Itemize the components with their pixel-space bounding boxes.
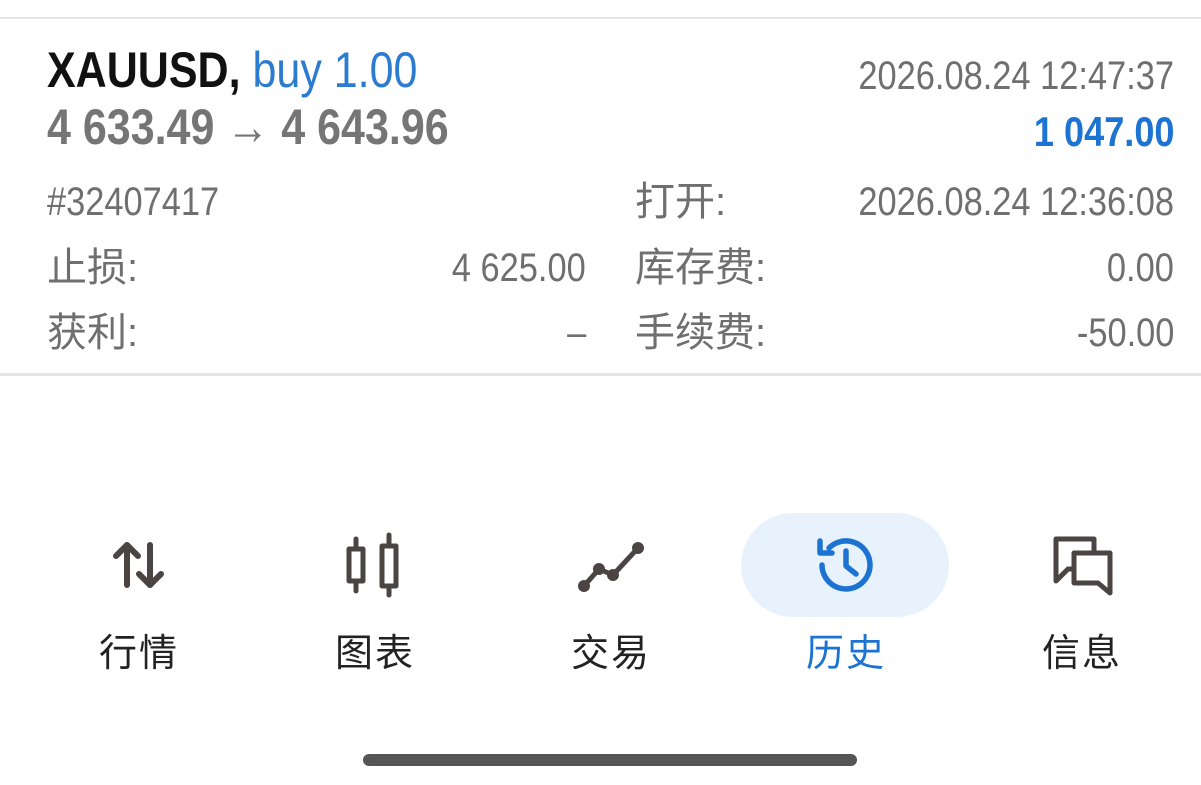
swap-value: 0.00 [1107,246,1174,290]
deal-close-time: 2026.08.24 12:47:37 [858,54,1174,98]
swap-label: 库存费: [635,246,767,290]
open-time-label: 打开: [635,180,727,224]
home-indicator[interactable] [363,754,857,766]
deal-type-volume: buy 1.00 [252,42,418,98]
deal-title: XAUUSD, buy 1.00 [47,41,417,99]
tab-messages[interactable]: 信息 [977,505,1187,695]
stoploss-value: 4 625.00 [452,246,586,290]
deal-ticket: #32407417 [47,180,220,224]
tab-history-label: 历史 [805,633,886,675]
commission-value: -50.00 [1076,311,1174,355]
messages-icon [1046,529,1118,601]
deal-symbol: XAUUSD, [47,42,241,98]
deal-profit: 1 047.00 [1033,108,1174,155]
watermark-overlay [900,738,1200,778]
tab-quotes[interactable]: 行情 [34,505,244,695]
tab-quotes-label: 行情 [98,633,179,675]
quotes-arrows-icon [103,529,175,601]
tab-chart-label: 图表 [334,633,415,675]
deal-history-item[interactable]: XAUUSD, buy 1.00 4 633.49 → 4 643.96 202… [0,19,1201,373]
list-divider [0,373,1201,376]
tab-trade-label: 交易 [570,633,651,675]
tab-chart[interactable]: 图表 [270,505,480,695]
tab-trade[interactable]: 交易 [506,505,716,695]
takeprofit-label: 获利: [47,311,139,355]
takeprofit-value: – [566,311,586,355]
history-clock-icon [810,529,882,601]
stoploss-label: 止损: [47,246,139,290]
tab-history[interactable]: 历史 [741,505,951,695]
history-screen: XAUUSD, buy 1.00 4 633.49 → 4 643.96 202… [0,0,1201,785]
candlestick-chart-icon [339,529,411,601]
trade-line-icon [575,529,647,601]
deal-open-close-prices: 4 633.49 → 4 643.96 [47,99,449,155]
open-time-value: 2026.08.24 12:36:08 [858,180,1174,224]
bottom-tab-bar: 行情 图表 交易 历史 信息 [0,505,1201,695]
commission-label: 手续费: [635,311,767,355]
tab-messages-label: 信息 [1041,633,1122,675]
